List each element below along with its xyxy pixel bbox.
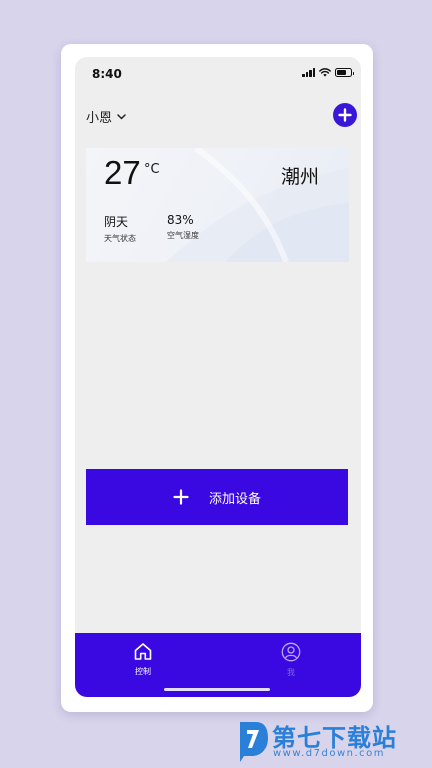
weather-card: 27 °C 潮州 阴天 天气状态 83% 空气湿度 bbox=[86, 148, 349, 262]
city-name: 潮州 bbox=[280, 166, 319, 188]
plus-icon bbox=[338, 108, 352, 122]
condition-value: 阴天 bbox=[104, 215, 129, 229]
home-name: 小恩 bbox=[86, 111, 113, 126]
status-bar: 8:40 bbox=[75, 57, 361, 91]
battery-icon bbox=[335, 68, 354, 77]
add-device-label: 添加设备 bbox=[208, 491, 261, 507]
chevron-down-icon bbox=[117, 113, 126, 119]
status-time: 8:40 bbox=[92, 67, 122, 81]
tab-bar: 控制 我 bbox=[75, 633, 361, 697]
tab-control-label: 控制 bbox=[135, 667, 151, 676]
tab-me-label: 我 bbox=[287, 668, 295, 677]
condition-label: 天气状态 bbox=[104, 234, 136, 243]
temperature-value: 27 bbox=[104, 154, 141, 191]
weather-condition: 阴天 天气状态 bbox=[104, 213, 136, 244]
temperature-unit: °C bbox=[144, 162, 160, 177]
home-selector[interactable]: 小恩 bbox=[86, 107, 126, 126]
wifi-icon bbox=[319, 68, 331, 77]
watermark-url: www.d7down.com bbox=[273, 748, 386, 759]
header: 小恩 bbox=[75, 101, 361, 131]
plus-icon bbox=[173, 489, 189, 505]
humidity-value: 83% bbox=[167, 213, 194, 227]
d7-logo-icon bbox=[240, 722, 268, 762]
tab-control[interactable]: 控制 bbox=[113, 642, 173, 677]
home-indicator bbox=[164, 688, 270, 691]
status-icons bbox=[302, 68, 354, 77]
cellular-signal-icon bbox=[302, 68, 315, 77]
add-device-button[interactable]: 添加设备 bbox=[86, 469, 348, 525]
humidity-label: 空气湿度 bbox=[167, 231, 199, 240]
weather-humidity: 83% 空气湿度 bbox=[167, 213, 199, 241]
watermark: 第七下载站 www.d7down.com bbox=[232, 714, 428, 766]
app-screen: 8:40 小恩 27 °C 潮州 阴天 天气状态 83% 空气湿度 添加设备 控… bbox=[75, 57, 361, 697]
add-button[interactable] bbox=[333, 103, 357, 127]
user-icon bbox=[281, 642, 301, 662]
home-icon bbox=[134, 643, 152, 660]
tab-me[interactable]: 我 bbox=[261, 642, 321, 678]
